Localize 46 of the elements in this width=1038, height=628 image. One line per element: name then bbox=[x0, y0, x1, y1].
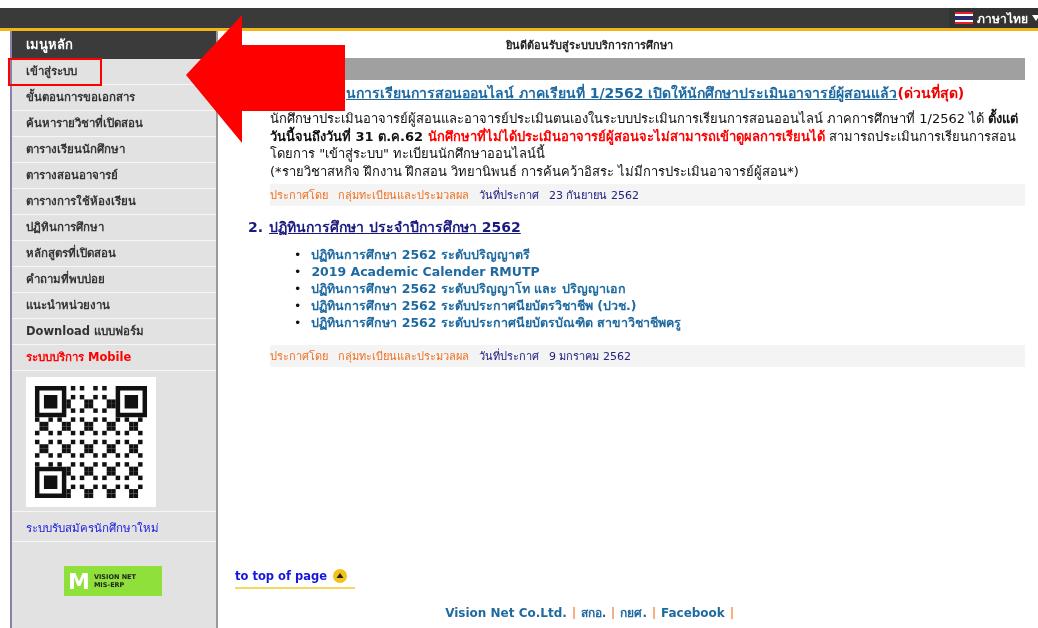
footer-link[interactable]: กยศ. bbox=[620, 603, 647, 622]
sidebar-title: เมนูหลัก bbox=[12, 31, 216, 59]
sidebar-item[interactable]: ขั้นตอนการขอเอกสาร bbox=[26, 90, 135, 104]
sidebar-item[interactable]: ระบบรับสมัครนักศึกษาใหม่ bbox=[26, 521, 159, 535]
footer-link[interactable]: สกอ. bbox=[580, 603, 607, 622]
sidebar-item[interactable]: ตารางสอนอาจารย์ bbox=[26, 168, 118, 182]
sidebar-item[interactable]: ตารางการใช้ห้องเรียน bbox=[26, 194, 136, 208]
footer-link[interactable]: Facebook bbox=[660, 605, 725, 620]
news-paragraph: นักศึกษาประเมินอาจารย์ผู้สอนและอาจารย์ประเมินตนเองในระบบประเมินการเรียนการสอนออนไลน์ ภาคการศึกษาที่ 1/2562 ได้ ตั้งแต่วันนี้จนถึงวันที่ 31 ต.ค.62 นักศึกษาที่ไม่ได้ประเมินอาจารย์ผู้สอนจะไม่สามารถเข้าดูผลการเรียนได้ สามารถประเมินการเรียนการสอนโดยการ "เข้าสู่ระบบ" ทะเบียนนักศึกษาออนไลน์นี้ (*รายวิชาสหกิจ ฝึกงาน ฝึกสอน วิทยานิพนธ์ การค้นคว้าอิสระ ไม่มีการประเมินอาจารย์ผู้สอน*) bbox=[270, 110, 1025, 180]
urgent-tag: (ด่วนที่สุด) bbox=[897, 85, 965, 101]
thai-flag-icon bbox=[955, 12, 973, 24]
calendar-link[interactable]: 2019 Academic Calender RMUTP bbox=[311, 263, 540, 280]
calendar-link[interactable]: ปฏิทินการศึกษา 2562 ระดับปริญญาโท และ ปริญญาเอก bbox=[311, 280, 626, 297]
welcome-title: ยินดีต้อนรับสู่ระบบบริการการศึกษา bbox=[504, 38, 674, 55]
sidebar-item[interactable]: ตารางเรียนนักศึกษา bbox=[26, 142, 125, 156]
calendar-link[interactable]: ปฏิทินการศึกษา 2562 ระดับประกาศนียบัตรบัณฑิต สาขาวิชาชีพครู bbox=[311, 314, 682, 331]
department-name: กลุ่มทะเบียนและประมวลผล bbox=[338, 188, 469, 204]
caret-icon bbox=[1032, 15, 1038, 21]
announcement-date: 9 มกราคม 2562 bbox=[549, 349, 631, 365]
sidebar-item[interactable]: ค้นหารายวิชาที่เปิดสอน bbox=[26, 116, 143, 130]
sidebar-item[interactable]: แนะนำหน่วยงาน bbox=[26, 298, 110, 312]
sidebar-item[interactable]: คำถามที่พบบ่อย bbox=[26, 272, 105, 286]
to-top-link[interactable]: to top of page bbox=[235, 569, 327, 583]
sidebar-item[interactable]: Download แบบฟอร์ม bbox=[26, 324, 145, 338]
bullet: • bbox=[294, 280, 302, 297]
posted-by-label: ประกาศโดย bbox=[270, 188, 328, 204]
sidebar-item[interactable]: ปฏิทินการศึกษา bbox=[26, 220, 104, 234]
news-title-link[interactable]: ปฏิทินการศึกษา ประจำปีการศึกษา 2562 bbox=[269, 219, 521, 235]
date-label: วันที่ประกาศ bbox=[479, 347, 539, 365]
date-label: วันที่ประกาศ bbox=[479, 186, 539, 204]
posted-by-label: ประกาศโดย bbox=[270, 349, 328, 365]
qr-code-icon bbox=[26, 377, 156, 507]
bullet: • bbox=[294, 246, 302, 263]
department-name: กลุ่มทะเบียนและประมวลผล bbox=[338, 349, 469, 365]
bullet: • bbox=[294, 297, 302, 314]
news-title-link[interactable]: นการเรียนการสอนออนไลน์ ภาคเรียนที่ 1/2562 เปิดให้นักศึกษาประเมินอาจารย์ผู้สอนแล้ว bbox=[346, 85, 898, 101]
bullet: • bbox=[294, 314, 302, 331]
announcement-date: 23 กันยายน 2562 bbox=[549, 188, 639, 204]
sidebar-item[interactable]: หลักสูตรที่เปิดสอน bbox=[26, 246, 116, 260]
language-selector[interactable]: ภาษาไทย bbox=[949, 8, 1038, 28]
news-number: 2. bbox=[248, 219, 264, 235]
footer-link[interactable]: Vision Net Co.Ltd. bbox=[445, 605, 567, 620]
bullet: • bbox=[294, 263, 302, 280]
calendar-link[interactable]: ปฏิทินการศึกษา 2562 ระดับประกาศนียบัตรวิชาชีพ (ปวช.) bbox=[311, 297, 637, 314]
sidebar-item[interactable]: เข้าสู่ระบบ bbox=[26, 64, 77, 78]
calendar-link[interactable]: ปฏิทินการศึกษา 2562 ระดับปริญญาตรี bbox=[311, 246, 530, 263]
